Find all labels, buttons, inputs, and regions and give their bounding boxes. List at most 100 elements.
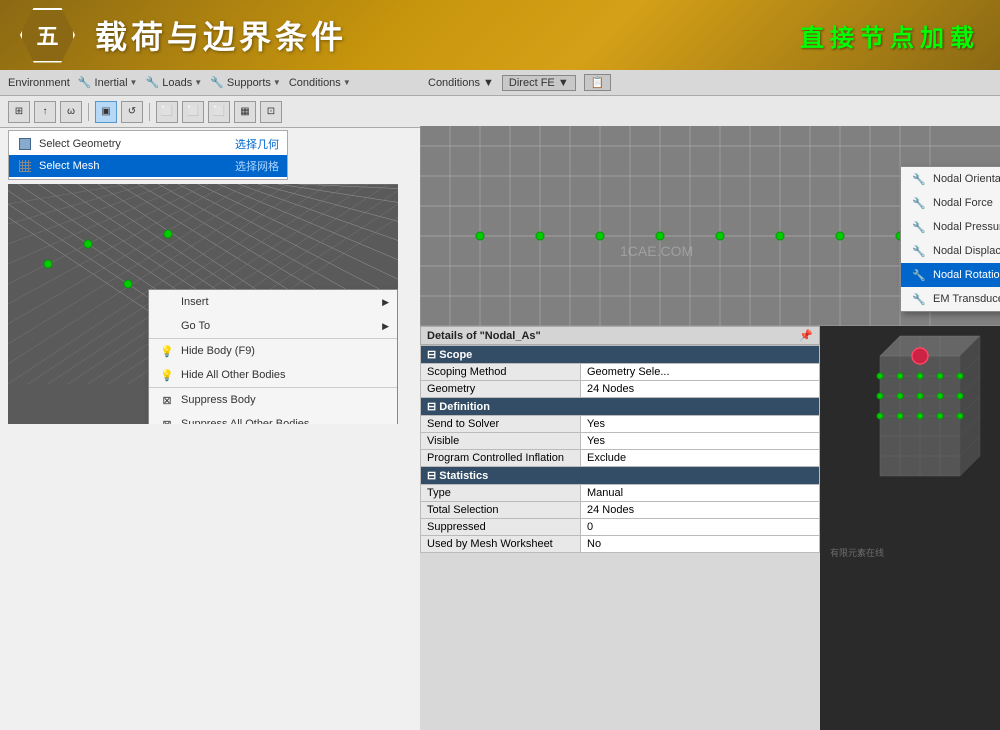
- dfe-nodal-rotation[interactable]: 🔧 Nodal Rotation: [901, 263, 1000, 287]
- select-mesh-icon: [17, 158, 33, 174]
- ctx-hide-all[interactable]: 💡 Hide All Other Bodies: [149, 363, 397, 387]
- ctx-hide-body-icon: 💡: [159, 343, 175, 359]
- toolbar-btn-1[interactable]: ⊞: [8, 101, 30, 123]
- svg-text:有限元素在线: 有限元素在线: [830, 547, 884, 558]
- ctx-suppress-body-label: Suppress Body: [181, 394, 256, 406]
- ctx-suppress-all[interactable]: ⊠ Suppress All Other Bodies: [149, 412, 397, 424]
- toolbar: ⊞ ↑ ω ▣ ↺ ⬜ ⬜ ⬜ ▦ ⊡: [0, 96, 420, 128]
- ctx-insert[interactable]: Insert ▶: [149, 290, 397, 314]
- toolbar-btn-5[interactable]: ⬜: [156, 101, 178, 123]
- total-selection-val: 24 Nodes: [581, 502, 820, 519]
- select-geometry-item[interactable]: Select Geometry 选择几何: [9, 133, 287, 155]
- ctx-suppress-body-icon: ⊠: [159, 392, 175, 408]
- select-mesh-item[interactable]: Select Mesh 选择网格: [9, 155, 287, 177]
- header-title: 载荷与边界条件: [95, 12, 347, 58]
- select-submenu: Select Geometry 选择几何 Select Mesh 选择网格: [8, 130, 288, 180]
- ctx-suppress-all-icon: ⊠: [159, 416, 175, 424]
- toolbar-separator-1: [88, 103, 89, 121]
- ctx-hide-all-label: Hide All Other Bodies: [181, 369, 286, 381]
- select-geometry-label: Select Geometry: [39, 138, 121, 150]
- toolbar-btn-select[interactable]: ▣: [95, 101, 117, 123]
- dfe-nodal-displacement-icon: 🔧: [911, 243, 927, 259]
- row-send-solver: Send to Solver Yes: [421, 416, 820, 433]
- visible-key: Visible: [421, 433, 581, 450]
- svg-text:1CAE.COM: 1CAE.COM: [620, 243, 693, 259]
- section-scope: ⊟ Scope: [421, 346, 820, 364]
- inflation-val: Exclude: [581, 450, 820, 467]
- conditions-label: Conditions ▼: [428, 77, 494, 89]
- suppressed-val: 0: [581, 519, 820, 536]
- toolbar-btn-9[interactable]: ⊡: [260, 101, 282, 123]
- scope-header-cell: ⊟ Scope: [421, 346, 820, 364]
- toolbar-btn-4[interactable]: ↺: [121, 101, 143, 123]
- toolbar-btn-8[interactable]: ▦: [234, 101, 256, 123]
- ctx-insert-icon: [159, 294, 175, 310]
- toolbar-btn-6[interactable]: ⬜: [182, 101, 204, 123]
- ctx-suppress-all-label: Suppress All Other Bodies: [181, 418, 309, 424]
- main-area: Environment 🔧 Inertial ▼ 🔧 Loads ▼ 🔧 Sup…: [0, 70, 1000, 730]
- scoping-method-val: Geometry Sele...: [581, 364, 820, 381]
- env-item-loads[interactable]: 🔧 Loads ▼: [145, 76, 202, 89]
- env-item-inertial[interactable]: 🔧 Inertial ▼: [78, 76, 138, 89]
- header: 五 载荷与边界条件 直接节点加载: [0, 0, 1000, 70]
- dfe-nodal-force-icon: 🔧: [911, 195, 927, 211]
- row-visible: Visible Yes: [421, 433, 820, 450]
- ctx-suppress-body[interactable]: ⊠ Suppress Body: [149, 387, 397, 412]
- dfe-nodal-force-label: Nodal Force: [933, 197, 993, 209]
- env-item-conditions[interactable]: Conditions ▼: [289, 77, 351, 89]
- ctx-goto-arrow: ▶: [382, 321, 389, 332]
- toolbar-btn-3[interactable]: ω: [60, 101, 82, 123]
- model-3d-svg: 有限元素在线: [820, 326, 1000, 566]
- env-item-environment[interactable]: Environment: [8, 77, 70, 89]
- dfe-nodal-orientation-icon: 🔧: [911, 171, 927, 187]
- dfe-nodal-rotation-icon: 🔧: [911, 267, 927, 283]
- ctx-goto-label: Go To: [181, 320, 210, 332]
- select-mesh-label-cn: 选择网格: [235, 158, 279, 174]
- statistics-header-cell: ⊟ Statistics: [421, 467, 820, 485]
- ctx-insert-arrow: ▶: [382, 297, 389, 308]
- toolbar-btn-2[interactable]: ↑: [34, 101, 56, 123]
- details-pin-icon[interactable]: 📌: [799, 329, 813, 342]
- dfe-em-transducer[interactable]: 🔧 EM Transducer: [901, 287, 1000, 311]
- ctx-hide-body[interactable]: 💡 Hide Body (F9): [149, 338, 397, 363]
- row-mesh-worksheet: Used by Mesh Worksheet No: [421, 536, 820, 553]
- header-hexagon: 五: [20, 8, 75, 63]
- section-statistics: ⊟ Statistics: [421, 467, 820, 485]
- dfe-nodal-orientation[interactable]: 🔧 Nodal Orientation: [901, 167, 1000, 191]
- scoping-method-key: Scoping Method: [421, 364, 581, 381]
- mesh-worksheet-val: No: [581, 536, 820, 553]
- environment-bar: Environment 🔧 Inertial ▼ 🔧 Loads ▼ 🔧 Sup…: [0, 70, 420, 96]
- details-panel: Details of "Nodal_As" 📌 ⊟ Scope Scoping …: [420, 326, 1000, 730]
- direct-fe-button[interactable]: Direct FE ▼: [502, 75, 576, 91]
- row-geometry: Geometry 24 Nodes: [421, 381, 820, 398]
- toolbar-btn-7[interactable]: ⬜: [208, 101, 230, 123]
- left-panel: Environment 🔧 Inertial ▼ 🔧 Loads ▼ 🔧 Sup…: [0, 70, 420, 730]
- left-mesh-view: Insert ▶ Go To ▶ 💡 Hide Body (F9) 💡 Hide…: [8, 184, 398, 424]
- details-table-wrap: Details of "Nodal_As" 📌 ⊟ Scope Scoping …: [420, 326, 820, 730]
- geometry-val: 24 Nodes: [581, 381, 820, 398]
- inflation-key: Program Controlled Inflation: [421, 450, 581, 467]
- send-solver-key: Send to Solver: [421, 416, 581, 433]
- dfe-em-transducer-label: EM Transducer: [933, 293, 1000, 305]
- ctx-goto[interactable]: Go To ▶: [149, 314, 397, 338]
- ctx-hide-all-icon: 💡: [159, 367, 175, 383]
- total-selection-key: Total Selection: [421, 502, 581, 519]
- select-geometry-icon: [17, 136, 33, 152]
- details-title-bar: Details of "Nodal_As" 📌: [420, 326, 820, 345]
- row-type: Type Manual: [421, 485, 820, 502]
- details-title: Details of "Nodal_As": [427, 330, 541, 342]
- select-mesh-label: Select Mesh: [39, 160, 100, 172]
- dfe-nodal-pressure[interactable]: 🔧 Nodal Pressure: [901, 215, 1000, 239]
- ctx-insert-label: Insert: [181, 296, 209, 308]
- dfe-nodal-force[interactable]: 🔧 Nodal Force: [901, 191, 1000, 215]
- fe-extra-button[interactable]: 📋: [584, 74, 612, 91]
- row-scoping-method: Scoping Method Geometry Sele...: [421, 364, 820, 381]
- ctx-hide-body-label: Hide Body (F9): [181, 345, 255, 357]
- toolbar-separator-2: [149, 103, 150, 121]
- env-item-supports[interactable]: 🔧 Supports ▼: [210, 76, 281, 89]
- details-table: ⊟ Scope Scoping Method Geometry Sele... …: [420, 345, 820, 553]
- type-val: Manual: [581, 485, 820, 502]
- section-definition: ⊟ Definition: [421, 398, 820, 416]
- dfe-em-transducer-icon: 🔧: [911, 291, 927, 307]
- dfe-nodal-displacement[interactable]: 🔧 Nodal Displacement: [901, 239, 1000, 263]
